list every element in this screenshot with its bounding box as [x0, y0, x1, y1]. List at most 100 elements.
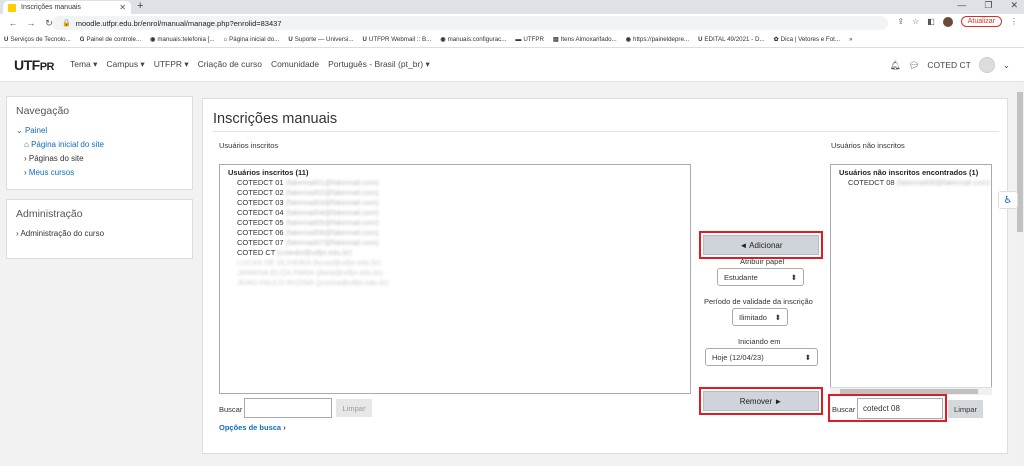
lock-icon: 🔒	[62, 20, 71, 27]
enrolled-users-group-header: Usuários inscritos (11)	[228, 168, 309, 177]
bookmark-item[interactable]: ◉ manuais:telefonia [...	[150, 36, 214, 43]
globe-icon: ◉	[440, 37, 446, 43]
not-enrolled-group-header: Usuários não inscritos encontrados (1)	[839, 168, 979, 177]
role-select[interactable]: Estudante ⬍	[717, 268, 804, 286]
list-item[interactable]: COTEDCT 02 (fakemail02@fakemail.com)	[228, 188, 682, 198]
nav-home[interactable]: ⌂ Página inicial do site	[16, 138, 183, 152]
bookmark-item[interactable]: ▬ UTFPR	[515, 36, 544, 43]
sidebar-icon[interactable]: ◧	[927, 17, 935, 26]
document-icon: ▤	[553, 37, 559, 43]
list-item[interactable]: COTEDCT 07 (fakemail07@fakemail.com)	[228, 238, 682, 248]
minimize-icon[interactable]: —	[957, 0, 966, 11]
utf-icon: U	[288, 36, 293, 43]
bookmark-item[interactable]: ⌂ Página inicial do...	[224, 36, 280, 43]
new-tab-icon[interactable]: +	[137, 0, 143, 12]
highlight-box-add	[699, 231, 823, 259]
left-clear-button[interactable]: Limpar	[336, 399, 372, 417]
duration-select[interactable]: Ilimitado ⬍	[732, 308, 788, 326]
bookmark-item[interactable]: U Serviços de Tecnolo...	[4, 36, 71, 43]
menu-item-comunidade[interactable]: Comunidade	[271, 59, 319, 70]
main-menu: Tema ▾ Campus ▾ UTFPR ▾ Criação de curso…	[70, 59, 430, 70]
list-item-redacted[interactable]: JANAINA ELIZA FARIA (jfaria@utfpr.edu.br…	[228, 268, 682, 278]
close-window-icon[interactable]: ✕	[1010, 0, 1018, 11]
menu-item-criacao-curso[interactable]: Criação de curso	[198, 59, 262, 70]
browser-actions: ⇪ ☆ ◧ Atualizar ⋮	[897, 16, 1018, 27]
profile-avatar[interactable]	[942, 16, 953, 27]
bookmark-item[interactable]: U Suporte — Universi...	[288, 36, 353, 43]
highlight-box-search	[828, 394, 947, 422]
bookmark-item[interactable]: ✿ Dica | Vetores e Fot...	[774, 36, 840, 43]
user-menu-chevron-icon[interactable]: ⌄	[1003, 60, 1010, 71]
moodle-favicon-icon	[8, 3, 16, 12]
google-icon: G	[79, 36, 85, 43]
right-clear-button[interactable]: Limpar	[948, 400, 983, 418]
utf-icon: U	[4, 36, 9, 43]
bookmark-item[interactable]: ◉ https://paineldepre...	[626, 36, 689, 43]
home-icon: ⌂	[24, 140, 32, 149]
moodle-navbar: UTFPR Tema ▾ Campus ▾ UTFPR ▾ Criação de…	[0, 48, 1024, 82]
not-enrolled-users-select[interactable]: Usuários não inscritos encontrados (1) C…	[830, 164, 992, 395]
back-icon[interactable]: ←	[8, 18, 18, 28]
nav-painel[interactable]: ⌄ Painel	[16, 124, 183, 138]
browser-tab[interactable]: Inscrições manuais ✕	[3, 1, 131, 14]
url-input[interactable]: 🔒 moodle.utfpr.edu.br/enrol/manual/manag…	[52, 16, 888, 30]
restore-icon[interactable]: ❐	[984, 0, 992, 11]
notifications-bell-icon[interactable]: 🔔︎	[890, 60, 901, 71]
divider	[213, 131, 999, 132]
list-item-redacted[interactable]: LUCAS DE OLIVEIRA (lucas@utfpr.edu.br)	[228, 258, 682, 268]
more-bookmarks-icon[interactable]: »	[849, 36, 852, 43]
navigation-block-title: Navegação	[16, 105, 70, 117]
utfpr-logo[interactable]: UTFPR	[14, 57, 55, 73]
list-item[interactable]: COTEDCT 03 (fakemail03@fakemail.com)	[228, 198, 682, 208]
home-icon: ⌂	[223, 36, 228, 43]
page-title: Inscrições manuais	[213, 111, 338, 127]
list-item[interactable]: COTEDCT 01 (fakemail01@fakemail.com)	[228, 178, 682, 188]
url-text: moodle.utfpr.edu.br/enrol/manual/manage.…	[75, 18, 282, 28]
bookmark-item[interactable]: ▤ Itens Almoxarifado...	[553, 36, 617, 43]
bookmark-item[interactable]: G Painel de controle...	[80, 36, 141, 43]
start-select[interactable]: Hoje (12/04/23) ⬍	[705, 348, 818, 366]
user-avatar[interactable]	[978, 57, 995, 73]
menu-item-campus[interactable]: Campus ▾	[106, 59, 144, 70]
assign-role-label: Atribuir papel	[740, 257, 785, 266]
bookmark-item[interactable]: U EDITAL 49/2021 - D...	[698, 36, 765, 43]
utf-icon: U	[362, 36, 367, 43]
not-enrolled-users-label: Usuários não inscritos	[831, 141, 905, 150]
menu-kebab-icon[interactable]: ⋮	[1010, 17, 1018, 26]
forward-icon[interactable]: →	[26, 18, 36, 28]
list-item-redacted[interactable]: JOAO PAULO RUZINA (jruzina@utfpr.edu.br)	[228, 278, 682, 288]
page-scrollbar-thumb[interactable]	[1017, 92, 1023, 232]
freepik-icon: ✿	[773, 37, 779, 43]
list-item[interactable]: COTEDCT 06 (fakemail06@fakemail.com)	[228, 228, 682, 238]
share-icon[interactable]: ⇪	[897, 17, 904, 26]
nav-my-courses[interactable]: › Meus cursos	[16, 166, 183, 180]
list-item[interactable]: COTEDCT 08 (fakemail08@fakemail.com)	[839, 178, 990, 188]
search-options-link[interactable]: Opções de busca ›	[219, 423, 286, 432]
list-item[interactable]: COTEDCT 05 (fakemail05@fakemail.com)	[228, 218, 682, 228]
select-arrows-icon: ⬍	[774, 312, 781, 322]
messages-chat-icon[interactable]: 💬︎	[909, 60, 920, 71]
nav-site-pages[interactable]: › Páginas do site	[16, 152, 183, 166]
update-button[interactable]: Atualizar	[960, 16, 1002, 27]
menu-item-utfpr[interactable]: UTFPR ▾	[154, 59, 189, 70]
left-search-input[interactable]	[244, 398, 332, 418]
nav-course-admin[interactable]: › Administração do curso	[16, 227, 183, 241]
menu-item-language[interactable]: Português - Brasil (pt_br) ▾	[328, 59, 430, 70]
bookmark-item[interactable]: ◉ manuais:configurac...	[440, 36, 506, 43]
navigation-block: Navegação ⌄ Painel ⌂ Página inicial do s…	[6, 96, 193, 190]
globe-icon: ◉	[150, 37, 156, 43]
window-controls: — ❐ ✕	[957, 0, 1018, 11]
page-scrollbar[interactable]	[1016, 82, 1024, 466]
enrolled-users-select[interactable]: Usuários inscritos (11) COTEDCT 01 (fake…	[219, 164, 691, 394]
user-name[interactable]: COTED CT	[927, 60, 970, 70]
utfpr-icon: ▬	[515, 36, 522, 43]
accessibility-icon[interactable]: ♿︎	[998, 191, 1018, 209]
bookmark-item[interactable]: U UTFPR Webmail :: B...	[363, 36, 432, 43]
close-tab-icon[interactable]: ✕	[119, 3, 126, 12]
globe-icon: ◉	[625, 37, 631, 43]
list-item[interactable]: COTED CT (cotedct@utfpr.edu.br)	[228, 248, 682, 258]
menu-item-tema[interactable]: Tema ▾	[70, 59, 97, 70]
list-item[interactable]: COTEDCT 04 (fakemail04@fakemail.com)	[228, 208, 682, 218]
browser-tab-bar: Inscrições manuais ✕ + — ❐ ✕	[0, 0, 1024, 14]
bookmark-star-icon[interactable]: ☆	[912, 17, 919, 26]
